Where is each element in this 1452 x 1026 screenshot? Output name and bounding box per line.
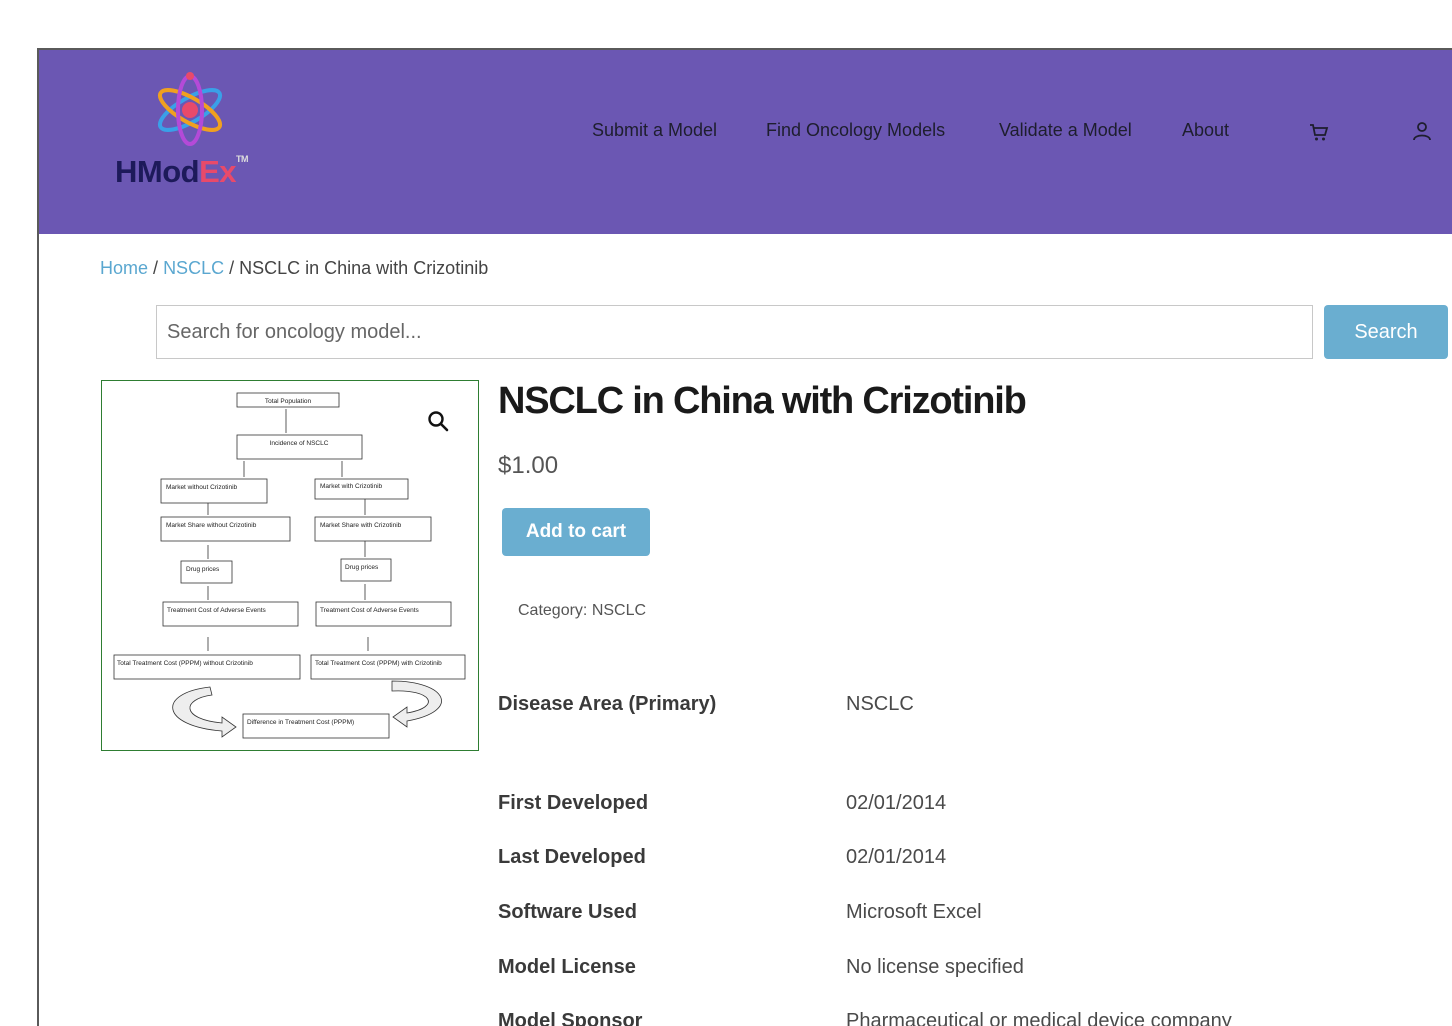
nav-find-oncology-models[interactable]: Find Oncology Models — [766, 120, 945, 141]
spec-row-software-used: Software Used Microsoft Excel — [498, 901, 1398, 931]
flowchart-node: Total Treatment Cost (PPPM) with Crizoti… — [315, 660, 442, 667]
spec-label: Last Developed — [498, 846, 646, 868]
spec-value: Microsoft Excel — [846, 901, 982, 923]
flowchart-node: Drug prices — [345, 564, 379, 571]
category-label: Category: — [518, 602, 588, 619]
cart-icon[interactable] — [1308, 120, 1330, 144]
spec-row-model-sponsor: Model Sponsor Pharmaceutical or medical … — [498, 1010, 1398, 1026]
breadcrumb-separator: / — [229, 258, 235, 278]
spec-value: No license specified — [846, 956, 1024, 978]
flowchart-diagram: Total Population Incidence of NSCLC Mark… — [113, 392, 466, 739]
flowchart-node: Total Treatment Cost (PPPM) without Criz… — [117, 660, 253, 667]
nav-submit-model[interactable]: Submit a Model — [592, 120, 717, 141]
spec-row-first-developed: First Developed 02/01/2014 — [498, 792, 1398, 822]
flowchart-node: Market Share without Crizotinib — [166, 522, 257, 529]
flowchart-node: Incidence of NSCLC — [270, 440, 329, 447]
spec-label: Model License — [498, 956, 636, 978]
nav-about[interactable]: About — [1182, 120, 1229, 141]
flowchart-node: Treatment Cost of Adverse Events — [320, 607, 419, 614]
spec-label: First Developed — [498, 792, 649, 814]
site-header: HModExTM Submit a Model Find Oncology Mo… — [39, 50, 1452, 234]
search-input[interactable] — [156, 305, 1313, 359]
flowchart-node: Treatment Cost of Adverse Events — [167, 607, 266, 614]
flowchart-node: Total Population — [265, 398, 312, 405]
spec-value: 02/01/2014 — [846, 792, 947, 814]
zoom-icon[interactable] — [426, 409, 450, 433]
spec-value: 02/01/2014 — [846, 846, 947, 868]
main-nav: Submit a Model Find Oncology Models Vali… — [39, 120, 1452, 144]
category-link[interactable]: NSCLC — [592, 602, 646, 619]
product-price: $1.00 — [498, 452, 559, 479]
add-to-cart-button[interactable]: Add to cart — [502, 508, 650, 556]
spec-row-last-developed: Last Developed 02/01/2014 — [498, 846, 1398, 876]
spec-value: Pharmaceutical or medical device company — [846, 1010, 1232, 1026]
flowchart-node: Drug prices — [186, 566, 220, 573]
page-frame: HModExTM Submit a Model Find Oncology Mo… — [37, 48, 1452, 1026]
logo-wordmark: HModExTM — [115, 154, 249, 189]
flowchart-node: Market without Crizotinib — [166, 484, 238, 491]
breadcrumb-separator: / — [153, 258, 159, 278]
flowchart-node: Market with Crizotinib — [320, 483, 383, 490]
product-category: Category: NSCLC — [518, 602, 646, 620]
flowchart-node: Difference in Treatment Cost (PPPM) — [247, 719, 354, 726]
breadcrumb: Home / NSCLC / NSCLC in China with Crizo… — [100, 258, 488, 279]
spec-row-disease-area: Disease Area (Primary) NSCLC — [498, 693, 1398, 723]
user-icon[interactable] — [1411, 120, 1433, 144]
nav-validate-model[interactable]: Validate a Model — [999, 120, 1132, 141]
product-image[interactable]: Total Population Incidence of NSCLC Mark… — [101, 380, 479, 751]
spec-label: Disease Area (Primary) — [498, 693, 717, 715]
spec-value: NSCLC — [846, 693, 914, 715]
flowchart-node: Market Share with Crizotinib — [320, 522, 402, 529]
breadcrumb-category[interactable]: NSCLC — [163, 258, 224, 278]
product-title: NSCLC in China with Crizotinib — [498, 380, 1027, 422]
search-button[interactable]: Search — [1324, 305, 1448, 359]
breadcrumb-home[interactable]: Home — [100, 258, 148, 278]
breadcrumb-current: NSCLC in China with Crizotinib — [239, 258, 489, 278]
spec-row-model-license: Model License No license specified — [498, 956, 1398, 986]
spec-label: Software Used — [498, 901, 637, 923]
spec-label: Model Sponsor — [498, 1010, 643, 1026]
